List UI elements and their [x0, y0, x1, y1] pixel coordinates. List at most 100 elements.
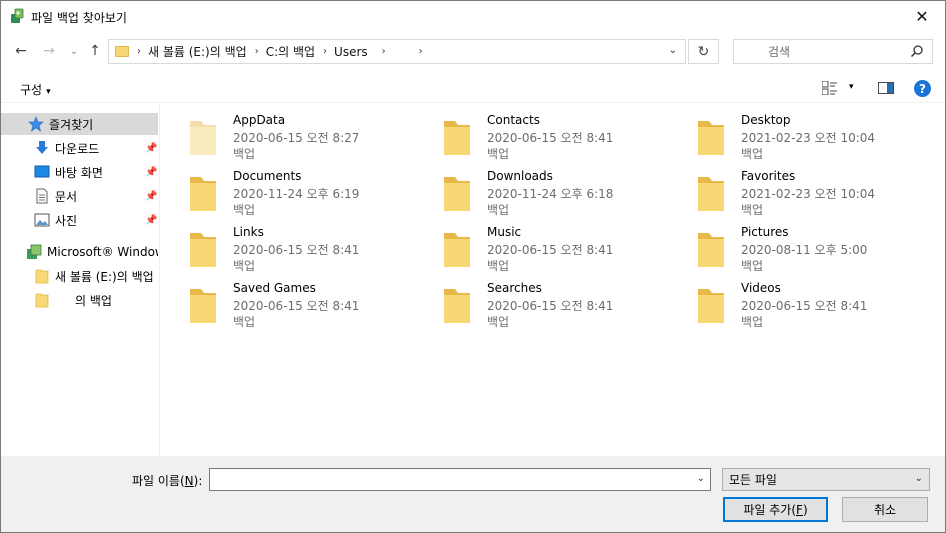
address-dropdown-icon[interactable]: ⌄: [669, 45, 677, 56]
folder-icon: [698, 233, 724, 267]
cancel-button[interactable]: 취소: [842, 497, 928, 522]
filename-input[interactable]: ⌄: [209, 468, 711, 491]
file-date: 2020-11-24 오후 6:18: [487, 187, 614, 201]
file-date: 2020-06-15 오전 8:41: [487, 243, 614, 257]
folder-icon: [698, 289, 724, 323]
filetype-select[interactable]: 모든 파일 ⌄: [722, 468, 930, 491]
chevron-down-icon[interactable]: ⌄: [697, 473, 705, 484]
folder-icon: [190, 289, 216, 323]
organize-label: 구성: [20, 83, 43, 97]
breadcrumb-separator: ›: [137, 46, 141, 57]
pictures-icon: [34, 213, 50, 227]
sidebar-item-label: Microsoft® Windows: [47, 245, 158, 259]
breadcrumb-separator[interactable]: ›: [382, 46, 386, 57]
file-name: Saved Games: [233, 281, 316, 295]
add-file-accesskey: F: [796, 502, 803, 517]
add-file-suffix: ): [802, 502, 808, 517]
help-icon: ?: [919, 81, 926, 96]
add-file-button[interactable]: 파일 추가(F): [723, 497, 828, 522]
folder-icon: [35, 269, 49, 284]
forward-button[interactable]: →: [39, 41, 59, 61]
file-name: Links: [233, 225, 264, 239]
sidebar-item-backup[interactable]: 의 백업: [1, 289, 158, 311]
file-item[interactable]: Links 2020-06-15 오전 8:41 백업: [187, 225, 427, 277]
up-button[interactable]: ↑: [85, 41, 105, 61]
file-item[interactable]: Videos 2020-06-15 오전 8:41 백업: [695, 281, 935, 333]
breadcrumb-volume-backup[interactable]: 새 볼륨 (E:)의 백업: [148, 43, 247, 60]
sidebar-item-pictures[interactable]: 사진 📌: [1, 209, 158, 231]
file-date: 2020-06-15 오전 8:41: [487, 131, 614, 145]
sidebar-item-volume-backup[interactable]: 새 볼륨 (E:)의 백업: [1, 265, 158, 287]
file-item[interactable]: Contacts 2020-06-15 오전 8:41 백업: [441, 113, 681, 165]
sidebar-item-label: 다운로드: [55, 141, 100, 156]
sidebar-item-label: 바탕 화면: [55, 165, 103, 180]
caret-down-icon: ▾: [46, 87, 51, 97]
pin-icon[interactable]: 📌: [145, 167, 157, 178]
cancel-label: 취소: [873, 503, 897, 517]
folder-icon: [35, 293, 49, 308]
pin-icon[interactable]: 📌: [145, 143, 157, 154]
folder-icon: [444, 121, 470, 155]
backup-app-icon: [11, 8, 24, 23]
pin-icon[interactable]: 📌: [145, 191, 157, 202]
filename-label-text: 파일 이름(: [132, 474, 185, 488]
sidebar-item-downloads[interactable]: 다운로드 📌: [1, 137, 158, 159]
search-icon: [910, 45, 923, 58]
close-button[interactable]: ✕: [899, 1, 945, 31]
file-item[interactable]: Downloads 2020-11-24 오후 6:18 백업: [441, 169, 681, 221]
file-item[interactable]: Saved Games 2020-06-15 오전 8:41 백업: [187, 281, 427, 333]
file-item[interactable]: Pictures 2020-08-11 오후 5:00 백업: [695, 225, 935, 277]
chevron-down-icon: ⌄: [914, 473, 923, 484]
sidebar-item-desktop[interactable]: 바탕 화면 📌: [1, 161, 158, 183]
search-input[interactable]: 검색: [768, 43, 790, 60]
folder-icon: [444, 289, 470, 323]
file-item[interactable]: AppData 2020-06-15 오전 8:27 백업: [187, 113, 427, 165]
file-item[interactable]: Documents 2020-11-24 오후 6:19 백업: [187, 169, 427, 221]
file-type: 백업: [741, 147, 764, 161]
refresh-icon: ↻: [697, 43, 710, 60]
file-list: AppData 2020-06-15 오전 8:27 백업 Contacts 2020-…: [161, 104, 945, 456]
breadcrumb-c-backup[interactable]: C:의 백업: [266, 43, 315, 60]
file-name: Downloads: [487, 169, 553, 183]
file-date: 2021-02-23 오전 10:04: [741, 187, 876, 201]
file-item[interactable]: Searches 2020-06-15 오전 8:41 백업: [441, 281, 681, 333]
sidebar-item-documents[interactable]: 문서 📌: [1, 185, 158, 207]
recent-locations-button[interactable]: ⌄: [64, 41, 84, 61]
breadcrumb-separator[interactable]: ›: [419, 46, 423, 57]
filename-label: 파일 이름(N):: [132, 472, 202, 489]
file-item[interactable]: Desktop 2021-02-23 오전 10:04 백업: [695, 113, 935, 165]
file-item[interactable]: Favorites 2021-02-23 오전 10:04 백업: [695, 169, 935, 221]
chevron-down-icon: ⌄: [69, 45, 79, 57]
file-type: 백업: [741, 259, 764, 273]
help-button[interactable]: ?: [914, 80, 931, 97]
file-date: 2020-11-24 오후 6:19: [233, 187, 360, 201]
sidebar-item-label: 문서: [55, 189, 78, 204]
pin-icon[interactable]: 📌: [145, 215, 157, 226]
back-button[interactable]: ←: [11, 41, 31, 61]
file-type: 백업: [741, 315, 764, 329]
address-bar[interactable]: › 새 볼륨 (E:)의 백업 › C:의 백업 › Users › › ⌄: [108, 39, 686, 64]
organize-menu[interactable]: 구성 ▾: [20, 81, 51, 98]
file-name: AppData: [233, 113, 286, 127]
file-type: 백업: [487, 315, 510, 329]
arrow-left-icon: ←: [15, 43, 27, 59]
sidebar-item-favorites[interactable]: 즐겨찾기: [1, 113, 158, 135]
document-icon: [36, 188, 48, 204]
file-item[interactable]: Music 2020-06-15 오전 8:41 백업: [441, 225, 681, 277]
refresh-button[interactable]: ↻: [688, 39, 719, 64]
view-options-icon[interactable]: [822, 81, 838, 95]
folder-icon: [698, 121, 724, 155]
folder-icon: [190, 177, 216, 211]
file-date: 2020-08-11 오후 5:00: [741, 243, 868, 257]
breadcrumb-users[interactable]: Users: [334, 45, 368, 59]
arrow-right-icon: →: [43, 43, 55, 59]
file-name: Searches: [487, 281, 542, 295]
navigation-pane: 즐겨찾기 다운로드 📌 바탕 화면 📌 문서 📌 사진 📌 Microsoft®…: [1, 104, 160, 456]
search-box[interactable]: 검색: [733, 39, 933, 64]
file-type: 백업: [233, 203, 256, 217]
file-type: 백업: [487, 259, 510, 273]
title-bar: 파일 백업 찾아보기 ✕: [1, 1, 945, 32]
view-dropdown-icon[interactable]: ▾: [849, 82, 854, 92]
preview-pane-button[interactable]: [878, 82, 894, 94]
sidebar-item-windows-backup[interactable]: Microsoft® Windows: [1, 241, 158, 263]
